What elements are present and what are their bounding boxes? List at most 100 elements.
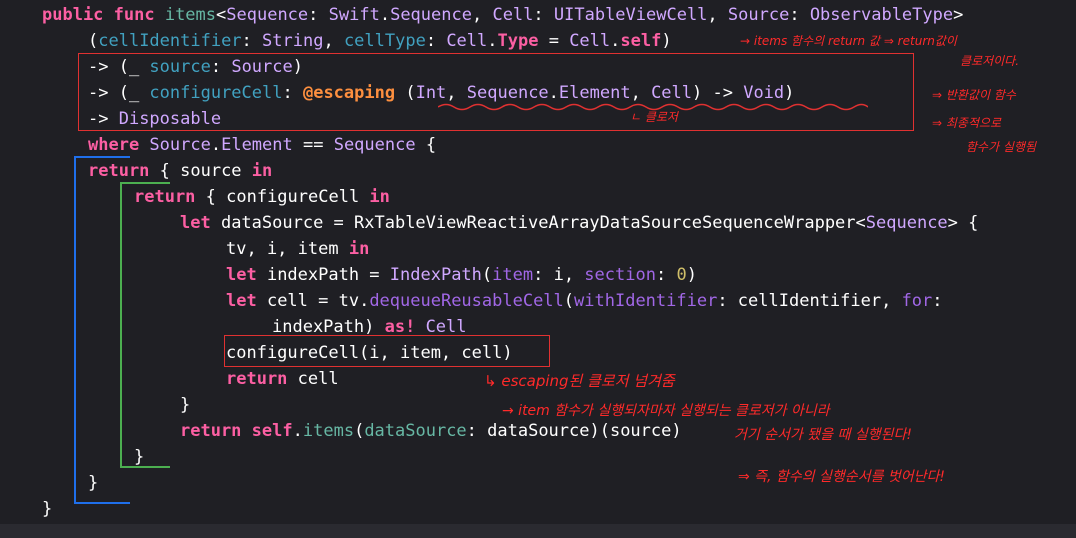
note-escaping-pass: ↳ escaping된 클로저 넘겨줌 bbox=[484, 372, 675, 390]
note-closure: ㄴ 클로저 bbox=[630, 110, 678, 124]
return-type-highlight-box bbox=[78, 53, 914, 131]
code-token: Sequence bbox=[390, 5, 472, 25]
code-editor[interactable]: public func items<Sequence: Swift.Sequen… bbox=[0, 0, 1076, 538]
code-line-16: } bbox=[180, 392, 190, 418]
code-token: RxTableViewReactiveArrayDataSourceSequen… bbox=[354, 213, 856, 233]
code-token: { configureCell bbox=[195, 187, 370, 207]
code-token: . bbox=[379, 5, 391, 25]
note-runs-when-turn: 거기 순서가 됐을 때 실행된다! bbox=[734, 427, 912, 443]
code-line-2: (cellIdentifier: String, cellType: Cell.… bbox=[88, 28, 672, 54]
code-token: Sequence bbox=[865, 213, 948, 233]
code-token: return bbox=[226, 369, 288, 389]
code-token: , bbox=[707, 5, 728, 25]
code-line-1: public func items<Sequence: Swift.Sequen… bbox=[42, 2, 963, 28]
code-token: Sequence bbox=[333, 135, 416, 155]
code-line-10: tv, i, item in bbox=[226, 236, 369, 262]
code-token: return bbox=[180, 421, 242, 441]
code-token: dataSource = bbox=[210, 213, 355, 233]
code-token: : bbox=[425, 31, 447, 51]
code-token: dequeueReusableCell bbox=[369, 291, 564, 311]
code-token: cell bbox=[287, 369, 339, 389]
code-token: tv, i, item bbox=[226, 239, 349, 259]
note-not-immediate: → item 함수가 실행되자마자 실행되는 클로저가 아니라 bbox=[502, 403, 830, 419]
code-token: 0 bbox=[676, 265, 687, 285]
code-token: . bbox=[487, 31, 498, 51]
note-return-value: → items 함수의 return 값 ⇒ return값이 bbox=[740, 34, 957, 48]
code-token: indexPath = bbox=[256, 265, 390, 285]
note-function-runs: 함수가 실행됨 bbox=[966, 140, 1037, 154]
code-token: Cell bbox=[425, 317, 467, 337]
code-token: as! bbox=[384, 317, 416, 337]
note-finally: ⇒ 최종적으로 bbox=[932, 116, 1002, 130]
code-token: Swift bbox=[328, 5, 380, 25]
code-token: IndexPath bbox=[389, 265, 482, 285]
note-escapes-order: ⇒ 즉, 함수의 실행순서를 벗어난다! bbox=[738, 469, 946, 485]
code-token: { source bbox=[149, 161, 252, 181]
code-token: in bbox=[348, 239, 370, 259]
code-token: withIdentifier bbox=[574, 291, 718, 311]
code-token: : cellIdentifier, bbox=[717, 291, 902, 311]
code-token: : bbox=[533, 5, 554, 25]
code-token: UITableViewCell bbox=[553, 5, 708, 25]
code-line-8: return { configureCell in bbox=[134, 184, 390, 210]
code-line-6: where Source.Element == Sequence { bbox=[88, 132, 436, 158]
code-token: dataSource bbox=[364, 421, 467, 441]
code-token: ( bbox=[563, 291, 575, 311]
code-line-15: return cell bbox=[226, 366, 339, 392]
code-token: : bbox=[308, 5, 329, 25]
code-token: . bbox=[292, 421, 303, 441]
code-token: . bbox=[210, 135, 222, 155]
code-token: : bbox=[932, 291, 943, 311]
code-token: , bbox=[471, 5, 493, 25]
code-token: : bbox=[241, 31, 263, 51]
code-token: Cell bbox=[569, 31, 611, 51]
code-token: Cell bbox=[492, 5, 534, 25]
code-token: Type bbox=[497, 31, 539, 51]
code-token: cell = tv. bbox=[256, 291, 370, 311]
code-token: ( bbox=[88, 31, 99, 51]
code-token: let bbox=[180, 213, 211, 233]
code-token: > { bbox=[947, 213, 979, 233]
code-token: let bbox=[226, 265, 257, 285]
code-token: Sequence bbox=[226, 5, 309, 25]
code-line-11: let indexPath = IndexPath(item: i, secti… bbox=[226, 262, 697, 288]
code-token: : bbox=[655, 265, 677, 285]
code-token: String bbox=[262, 31, 324, 51]
code-line-9: let dataSource = RxTableViewReactiveArra… bbox=[180, 210, 978, 236]
configure-cell-highlight-box bbox=[224, 335, 550, 367]
code-token: Element bbox=[221, 135, 293, 155]
code-token: : bbox=[789, 5, 810, 25]
code-token: , bbox=[323, 31, 344, 51]
code-token: < bbox=[216, 5, 227, 25]
code-token: } bbox=[42, 499, 53, 519]
code-token: = bbox=[538, 31, 570, 51]
code-token: Cell bbox=[446, 31, 488, 51]
note-is-closure: 클로저이다. bbox=[960, 54, 1020, 68]
editor-bottom-strip bbox=[0, 524, 1076, 538]
code-token: items bbox=[164, 5, 217, 25]
code-token: item bbox=[492, 265, 534, 285]
code-token: self bbox=[251, 421, 293, 441]
code-token: in bbox=[369, 187, 390, 207]
note-returns-function: ⇒ 반환값이 함수 bbox=[932, 88, 1016, 102]
code-token: == bbox=[292, 135, 334, 155]
code-line-20: } bbox=[42, 496, 52, 522]
code-token: ObservableType bbox=[809, 5, 954, 25]
code-token: ) bbox=[686, 265, 697, 285]
code-token: { bbox=[415, 135, 437, 155]
code-line-17: return self.items(dataSource: dataSource… bbox=[180, 418, 682, 444]
code-token: cellIdentifier bbox=[98, 31, 242, 51]
code-line-12: let cell = tv.dequeueReusableCell(withId… bbox=[226, 288, 943, 314]
code-token: . bbox=[610, 31, 621, 51]
code-token: < bbox=[855, 213, 866, 233]
code-token: for bbox=[901, 291, 933, 311]
code-token: ( bbox=[481, 265, 493, 285]
code-token: ) bbox=[661, 31, 672, 51]
code-token: } bbox=[180, 395, 191, 415]
code-token: public func bbox=[42, 5, 165, 25]
code-token: : dataSource)(source) bbox=[466, 421, 682, 441]
code-token: in bbox=[251, 161, 273, 181]
code-token: indexPath) bbox=[272, 317, 385, 337]
